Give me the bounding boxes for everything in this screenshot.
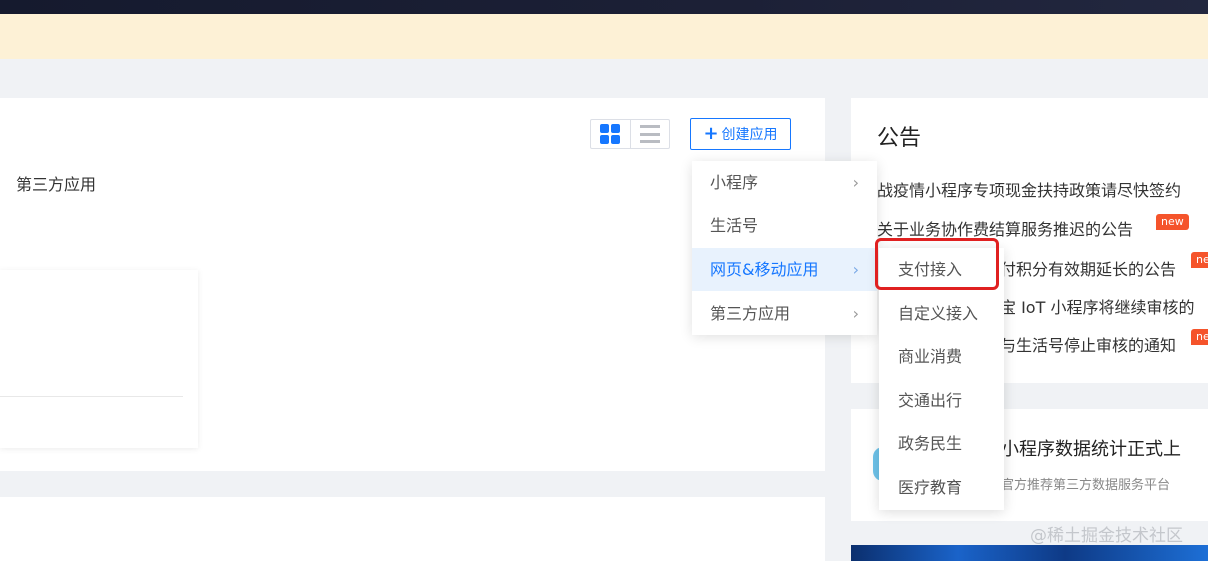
tab-third-party[interactable]: 第三方应用 <box>16 171 96 195</box>
menu-item-label: 网页&移动应用 <box>710 260 819 279</box>
submenu-item-government[interactable]: 政务民生 <box>879 422 1004 466</box>
new-badge: ne <box>1191 252 1208 268</box>
announcement-item[interactable]: 关于业务协作费结算服务推迟的公告 <box>877 216 1133 240</box>
menu-item-web-mobile[interactable]: 网页&移动应用 › <box>692 248 877 291</box>
submenu-item-transport[interactable]: 交通出行 <box>879 379 1004 423</box>
plus-icon: + <box>703 123 719 144</box>
submenu-item-custom[interactable]: 自定义接入 <box>879 292 1004 336</box>
new-badge: new <box>1156 214 1189 230</box>
menu-item-mini-program[interactable]: 小程序 › <box>692 161 877 204</box>
watermark: @稀土掘金技术社区 <box>1030 526 1183 546</box>
promo-banner-image[interactable] <box>851 545 1208 561</box>
menu-item-label: 第三方应用 <box>710 304 791 323</box>
view-toggle <box>590 119 670 149</box>
list-view-icon <box>639 125 660 143</box>
promo-subtitle: 官方推荐第三方数据服务平台 <box>1001 478 1171 493</box>
submenu-item-commerce[interactable]: 商业消费 <box>879 335 1004 379</box>
menu-item-label: 生活号 <box>710 216 759 235</box>
submenu-item-healthcare[interactable]: 医疗教育 <box>879 466 1004 510</box>
create-app-menu: 小程序 › 生活号 网页&移动应用 › 第三方应用 › <box>692 161 877 335</box>
app-card-divider <box>0 396 183 397</box>
menu-item-life-account[interactable]: 生活号 <box>692 204 877 247</box>
announcement-item[interactable]: 付积分有效期延长的公告 <box>1000 256 1176 280</box>
grid-view-icon <box>600 124 621 144</box>
create-app-label: 创建应用 <box>721 127 778 143</box>
grid-view-button[interactable] <box>591 120 630 148</box>
announcements-title: 公告 <box>877 126 922 151</box>
chevron-right-icon: › <box>852 304 859 323</box>
app-card[interactable] <box>0 270 198 448</box>
secondary-panel <box>0 497 825 561</box>
promo-title[interactable]: 小程序数据统计正式上 <box>1001 435 1181 461</box>
menu-item-label: 小程序 <box>710 173 759 192</box>
highlight-box <box>875 238 999 290</box>
top-nav-bar <box>0 0 1208 14</box>
notice-banner <box>0 14 1208 59</box>
chevron-right-icon: › <box>852 173 859 192</box>
announcement-item[interactable]: 战疫情小程序专项现金扶持政策请尽快签约 <box>877 177 1181 201</box>
announcement-item[interactable]: 与生活号停止审核的通知 <box>1000 332 1176 356</box>
create-app-button[interactable]: + 创建应用 <box>690 118 791 150</box>
announcement-item[interactable]: 宝 IoT 小程序将继续审核的 <box>1000 294 1194 318</box>
new-badge: ne <box>1191 329 1208 345</box>
menu-item-third-party[interactable]: 第三方应用 › <box>692 292 877 335</box>
chevron-right-icon: › <box>852 260 859 279</box>
list-view-button[interactable] <box>629 120 669 148</box>
